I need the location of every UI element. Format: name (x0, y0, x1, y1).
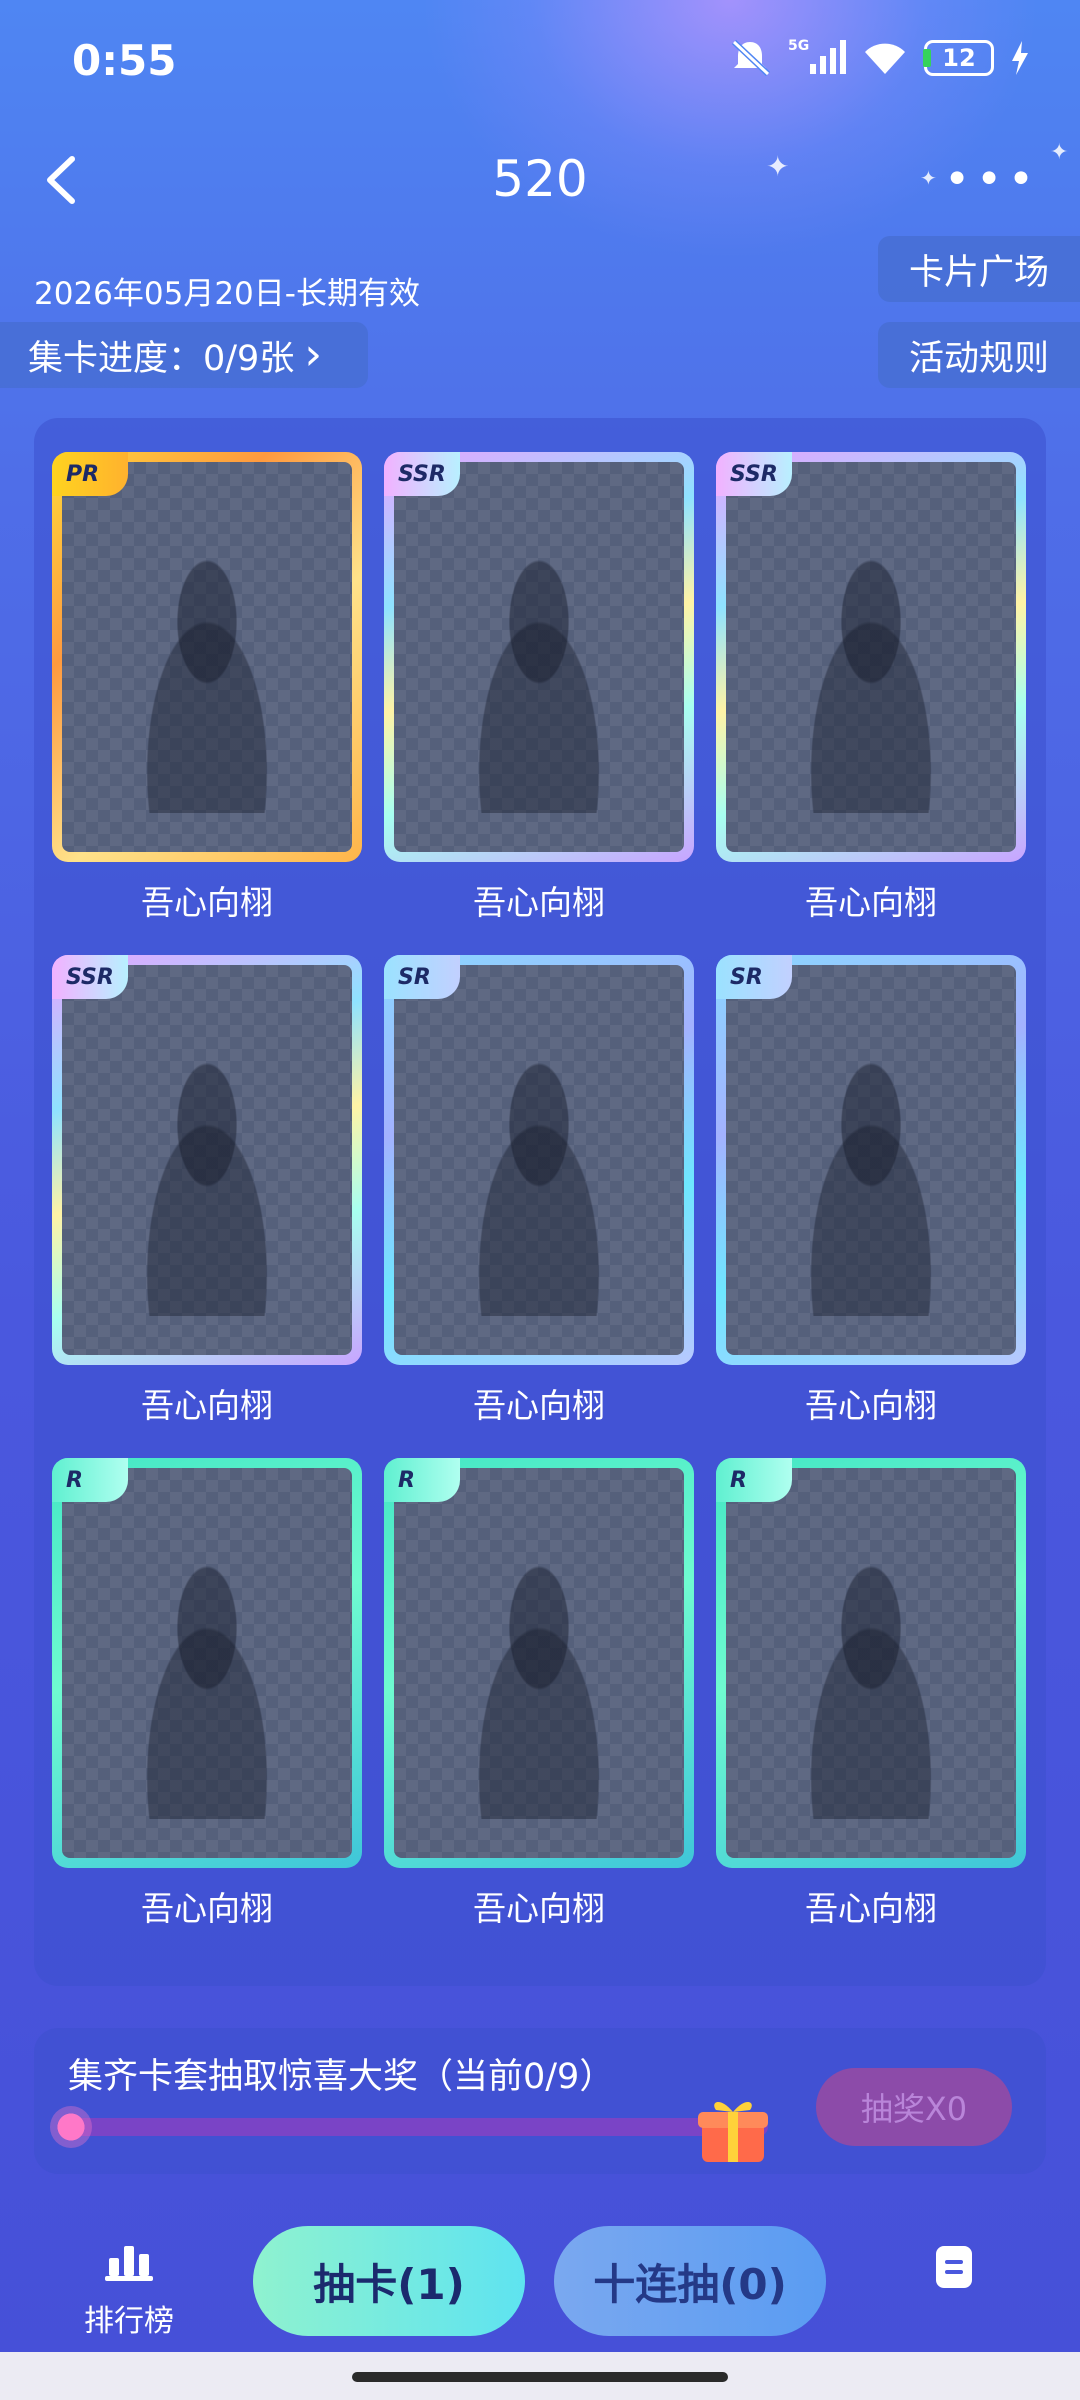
card-name: 吾心向栩 (473, 1386, 605, 1425)
card-name: 吾心向栩 (805, 883, 937, 922)
card-image (394, 462, 684, 852)
card-frame (52, 1458, 362, 1868)
card-grid: PR 吾心向栩 SSR 吾心向栩 SSR 吾心向栩 SSR 吾心向栩 SR 吾心… (52, 452, 1026, 1961)
card-frame (52, 452, 362, 862)
rarity-badge: R (52, 1458, 128, 1502)
grand-prize-text: 集齐卡套抽取惊喜大奖（当前0/9） (68, 2057, 615, 2097)
rarity-badge: SR (716, 955, 792, 999)
card-name: 吾心向栩 (141, 1889, 273, 1928)
prize-progress-track (68, 2118, 768, 2136)
card-frame (716, 1458, 1026, 1868)
leaderboard-label: 排行榜 (84, 2304, 174, 2339)
card-frame (384, 1458, 694, 1868)
card-name: 吾心向栩 (141, 883, 273, 922)
card-name: 吾心向栩 (473, 883, 605, 922)
card-item[interactable]: SR 吾心向栩 (384, 955, 694, 1458)
collection-progress-label: 集卡进度：0/9张 (28, 338, 295, 379)
status-icons: 5G 12 (728, 38, 1030, 78)
card-image (726, 1468, 1016, 1858)
card-item[interactable]: SR 吾心向栩 (716, 955, 1026, 1458)
card-item[interactable]: SSR 吾心向栩 (384, 452, 694, 955)
leaderboard-icon (105, 2246, 153, 2281)
card-frame (384, 955, 694, 1365)
battery-icon: 12 (923, 40, 994, 76)
collection-progress-button[interactable]: 集卡进度：0/9张 › (0, 322, 368, 388)
signal-icon: 5G (788, 38, 846, 74)
status-bar: 0:55 5G 12 (0, 0, 1080, 120)
grand-prize-panel: 集齐卡套抽取惊喜大奖（当前0/9） 抽奖X0 (34, 2028, 1046, 2174)
card-name: 吾心向栩 (473, 1889, 605, 1928)
charging-icon (1012, 41, 1028, 75)
rarity-badge: SSR (716, 452, 792, 496)
card-item[interactable]: SSR 吾心向栩 (716, 452, 1026, 955)
network-type: 5G (788, 38, 809, 54)
status-time: 0:55 (72, 36, 177, 85)
card-image (62, 1468, 352, 1858)
rarity-badge: SSR (384, 452, 460, 496)
battery-level: 12 (942, 44, 976, 72)
card-plaza-button[interactable]: 卡片广场 (878, 236, 1080, 302)
rarity-badge: SR (384, 955, 460, 999)
card-item[interactable]: PR 吾心向栩 (52, 452, 362, 955)
card-name: 吾心向栩 (805, 1386, 937, 1425)
draw-prize-button[interactable]: 抽奖X0 (816, 2068, 1012, 2146)
validity-period: 2026年05月20日-长期有效 (34, 276, 420, 312)
card-item[interactable]: R 吾心向栩 (716, 1458, 1026, 1961)
more-options-icon[interactable]: ••• (944, 158, 1040, 202)
prize-progress-indicator (50, 2106, 92, 2148)
gift-icon (698, 2101, 768, 2162)
leaderboard-button[interactable]: 排行榜 (64, 2242, 194, 2340)
draw-card-button[interactable]: 抽卡(1) (253, 2226, 525, 2336)
system-navigation-bar (0, 2352, 1080, 2400)
card-frame (716, 452, 1026, 862)
card-frame (52, 955, 362, 1365)
chevron-right-icon: › (304, 329, 322, 380)
rarity-badge: PR (52, 452, 128, 496)
card-image (62, 462, 352, 852)
rarity-badge: R (384, 1458, 460, 1502)
card-image (726, 462, 1016, 852)
card-image (726, 965, 1016, 1355)
card-frame (384, 452, 694, 862)
wifi-icon (865, 43, 905, 74)
activity-rules-button[interactable]: 活动规则 (878, 322, 1080, 388)
rarity-badge: R (716, 1458, 792, 1502)
card-image (62, 965, 352, 1355)
card-image (394, 1468, 684, 1858)
ten-draw-button[interactable]: 十连抽(0) (554, 2226, 826, 2336)
rarity-badge: SSR (52, 955, 128, 999)
card-item[interactable]: R 吾心向栩 (52, 1458, 362, 1961)
mute-icon (731, 39, 771, 77)
card-image (394, 965, 684, 1355)
card-name: 吾心向栩 (805, 1889, 937, 1928)
card-frame (716, 955, 1026, 1365)
card-item[interactable]: SSR 吾心向栩 (52, 955, 362, 1458)
card-name: 吾心向栩 (141, 1386, 273, 1425)
home-indicator[interactable] (352, 2372, 728, 2382)
record-icon[interactable] (934, 2244, 974, 2290)
card-item[interactable]: R 吾心向栩 (384, 1458, 694, 1961)
card-collection-panel: PR 吾心向栩 SSR 吾心向栩 SSR 吾心向栩 SSR 吾心向栩 SR 吾心… (34, 418, 1046, 1986)
page-title: 520 (492, 150, 588, 208)
